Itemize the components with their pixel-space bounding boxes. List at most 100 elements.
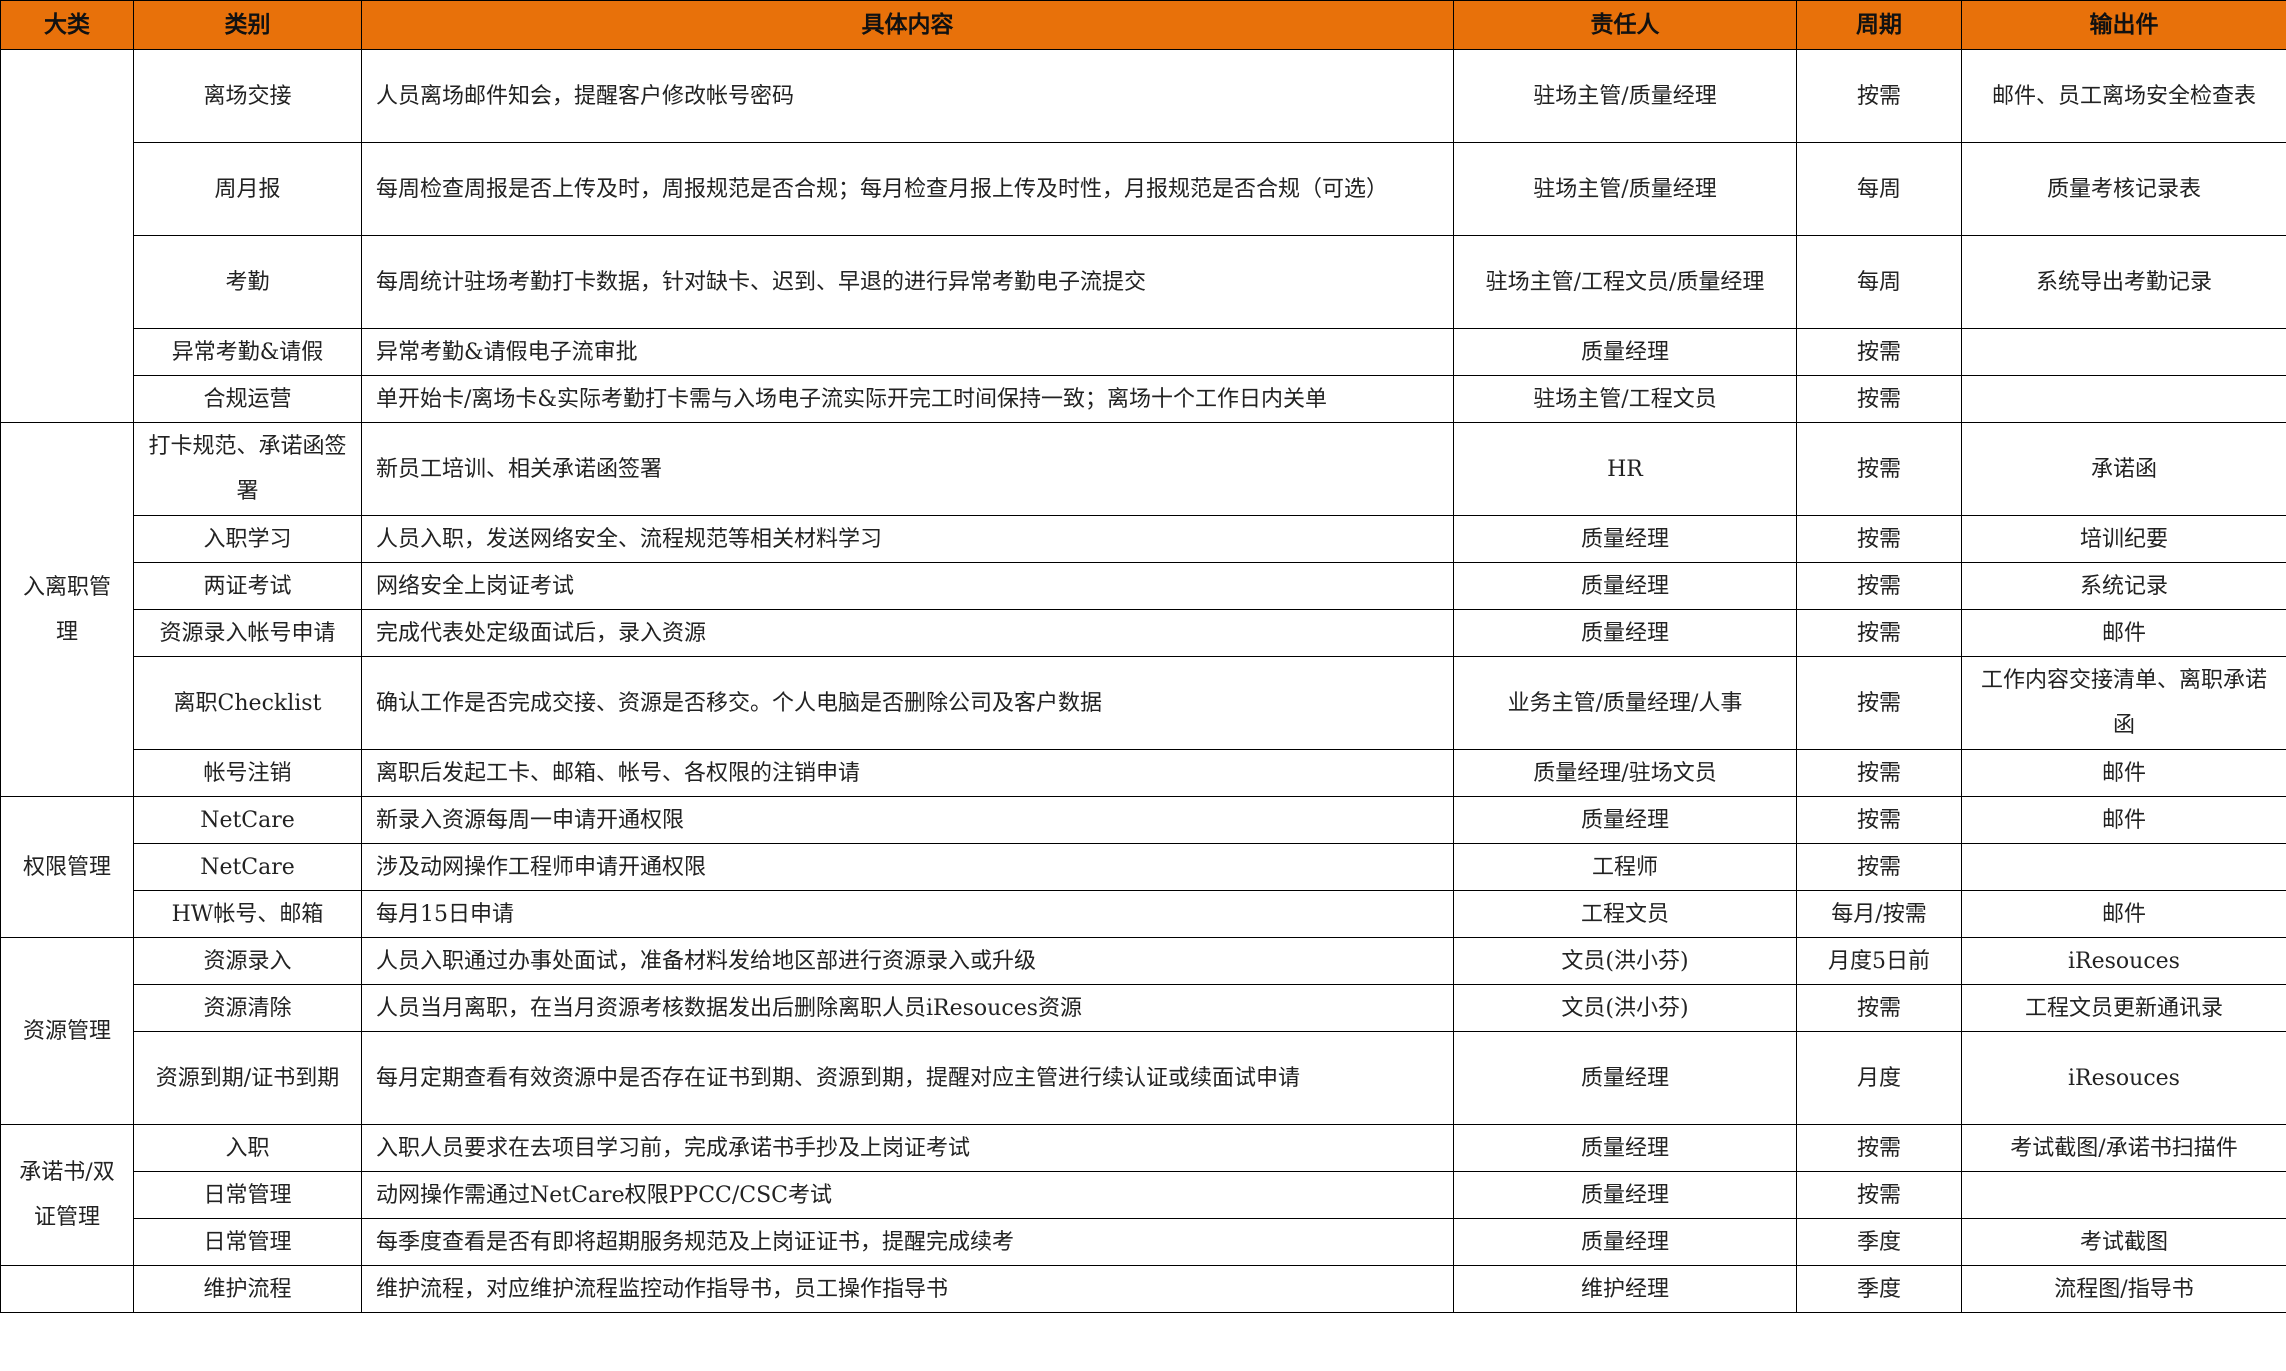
responsible-cell: 质量经理 <box>1453 1124 1797 1172</box>
output-cell <box>1961 328 2286 376</box>
category-cell: 承诺书/双证管理 <box>0 1124 134 1266</box>
category-cell <box>0 49 134 423</box>
subcategory-cell: 周月报 <box>133 142 362 236</box>
content-cell: 新员工培训、相关承诺函签署 <box>361 422 1454 516</box>
output-cell: 邮件 <box>1961 796 2286 844</box>
subcategory-cell: 两证考试 <box>133 562 362 610</box>
output-cell: 承诺函 <box>1961 422 2286 516</box>
cycle-cell: 按需 <box>1796 609 1962 657</box>
output-cell <box>1961 843 2286 891</box>
subcategory-cell: 资源清除 <box>133 984 362 1032</box>
table-row: 入离职管理 打卡规范、承诺函签署 新员工培训、相关承诺函签署 HR 按需 承诺函 <box>0 422 2286 797</box>
output-cell <box>1961 375 2286 423</box>
document-page: 大类 类别 具体内容 责任人 周期 输出件 离场交接 人员离场邮件知会，提醒客户… <box>0 0 2286 1371</box>
table-row: 维护流程 维护流程，对应维护流程监控动作指导书，员工操作指导书 维护经理 季度 … <box>0 1265 2286 1313</box>
subcategory-cell: 资源录入 <box>133 937 362 985</box>
output-cell: 邮件 <box>1961 890 2286 938</box>
content-cell: 每月定期查看有效资源中是否存在证书到期、资源到期，提醒对应主管进行续认证或续面试… <box>361 1031 1454 1125</box>
output-cell: 系统记录 <box>1961 562 2286 610</box>
subcategory-cell: 打卡规范、承诺函签署 <box>133 422 362 516</box>
output-cell: 邮件、员工离场安全检查表 <box>1961 49 2286 143</box>
table-row: NetCare 涉及动网操作工程师申请开通权限 工程师 按需 <box>1 843 2286 891</box>
responsible-cell: 质量经理 <box>1453 1031 1797 1125</box>
subcategory-cell: 离职Checklist <box>133 656 362 750</box>
table-row: 资源录入帐号申请 完成代表处定级面试后，录入资源 质量经理 按需 邮件 <box>1 609 2286 657</box>
subcategory-cell: 异常考勤&请假 <box>133 328 362 376</box>
management-table: 大类 类别 具体内容 责任人 周期 输出件 离场交接 人员离场邮件知会，提醒客户… <box>0 0 2286 1313</box>
table-row: 帐号注销 离职后发起工卡、邮箱、帐号、各权限的注销申请 质量经理/驻场文员 按需… <box>1 749 2286 797</box>
subcategory-cell: 合规运营 <box>133 375 362 423</box>
responsible-cell: 驻场主管/质量经理 <box>1453 142 1797 236</box>
table-row: 合规运营 单开始卡/离场卡&实际考勤打卡需与入场电子流实际开完工时间保持一致；离… <box>1 375 2286 423</box>
cycle-cell: 按需 <box>1796 843 1962 891</box>
subcategory-cell: 维护流程 <box>133 1265 362 1313</box>
cycle-cell: 按需 <box>1796 749 1962 797</box>
header-responsible: 责任人 <box>1453 0 1797 50</box>
output-cell: 工作内容交接清单、离职承诺函 <box>1961 656 2286 750</box>
cycle-cell: 月度 <box>1796 1031 1962 1125</box>
output-cell: 邮件 <box>1961 609 2286 657</box>
category-cell <box>0 1265 134 1313</box>
output-cell <box>1961 1171 2286 1219</box>
content-cell: 涉及动网操作工程师申请开通权限 <box>361 843 1454 891</box>
cycle-cell: 按需 <box>1796 515 1962 563</box>
cycle-cell: 按需 <box>1796 375 1962 423</box>
output-cell: 工程文员更新通讯录 <box>1961 984 2286 1032</box>
cycle-cell: 每月/按需 <box>1796 890 1962 938</box>
table-row: 日常管理 每季度查看是否有即将超期服务规范及上岗证证书，提醒完成续考 质量经理 … <box>1 1218 2286 1266</box>
content-cell: 确认工作是否完成交接、资源是否移交。个人电脑是否删除公司及客户数据 <box>361 656 1454 750</box>
table-row: 入职学习 人员入职，发送网络安全、流程规范等相关材料学习 质量经理 按需 培训纪… <box>1 515 2286 563</box>
responsible-cell: 文员(洪小芬) <box>1453 984 1797 1032</box>
content-cell: 动网操作需通过NetCare权限PPCC/CSC考试 <box>361 1171 1454 1219</box>
cycle-cell: 按需 <box>1796 656 1962 750</box>
output-cell: iResouces <box>1961 1031 2286 1125</box>
table-row: 权限管理 NetCare 新录入资源每周一申请开通权限 质量经理 按需 邮件 <box>0 796 2286 938</box>
content-cell: 人员当月离职，在当月资源考核数据发出后删除离职人员iResouces资源 <box>361 984 1454 1032</box>
table-row: 两证考试 网络安全上岗证考试 质量经理 按需 系统记录 <box>1 562 2286 610</box>
responsible-cell: 质量经理 <box>1453 515 1797 563</box>
content-cell: 人员离场邮件知会，提醒客户修改帐号密码 <box>361 49 1454 143</box>
responsible-cell: 工程文员 <box>1453 890 1797 938</box>
cycle-cell: 月度5日前 <box>1796 937 1962 985</box>
category-cell: 入离职管理 <box>0 422 134 797</box>
content-cell: 新录入资源每周一申请开通权限 <box>361 796 1454 844</box>
cycle-cell: 按需 <box>1796 562 1962 610</box>
header-output: 输出件 <box>1961 0 2286 50</box>
responsible-cell: 质量经理 <box>1453 562 1797 610</box>
output-cell: 考试截图 <box>1961 1218 2286 1266</box>
table-row: 考勤 每周统计驻场考勤打卡数据，针对缺卡、迟到、早退的进行异常考勤电子流提交 驻… <box>1 235 2286 329</box>
content-cell: 人员入职通过办事处面试，准备材料发给地区部进行资源录入或升级 <box>361 937 1454 985</box>
content-cell: 单开始卡/离场卡&实际考勤打卡需与入场电子流实际开完工时间保持一致；离场十个工作… <box>361 375 1454 423</box>
responsible-cell: 质量经理 <box>1453 796 1797 844</box>
output-cell: 邮件 <box>1961 749 2286 797</box>
responsible-cell: 质量经理 <box>1453 1218 1797 1266</box>
cycle-cell: 每周 <box>1796 142 1962 236</box>
responsible-cell: 驻场主管/工程文员/质量经理 <box>1453 235 1797 329</box>
responsible-cell: 质量经理 <box>1453 1171 1797 1219</box>
subcategory-cell: NetCare <box>133 796 362 844</box>
output-cell: iResouces <box>1961 937 2286 985</box>
table-row: 资源到期/证书到期 每月定期查看有效资源中是否存在证书到期、资源到期，提醒对应主… <box>1 1031 2286 1125</box>
subcategory-cell: 资源录入帐号申请 <box>133 609 362 657</box>
subcategory-cell: 离场交接 <box>133 49 362 143</box>
subcategory-cell: HW帐号、邮箱 <box>133 890 362 938</box>
header-row: 大类 类别 具体内容 责任人 周期 输出件 <box>0 0 2286 50</box>
content-cell: 网络安全上岗证考试 <box>361 562 1454 610</box>
subcategory-cell: 日常管理 <box>133 1218 362 1266</box>
subcategory-cell: 帐号注销 <box>133 749 362 797</box>
content-cell: 每周检查周报是否上传及时，周报规范是否合规；每月检查月报上传及时性，月报规范是否… <box>361 142 1454 236</box>
output-cell: 流程图/指导书 <box>1961 1265 2286 1313</box>
table-row: 离场交接 人员离场邮件知会，提醒客户修改帐号密码 驻场主管/质量经理 按需 邮件… <box>0 49 2286 423</box>
responsible-cell: 质量经理/驻场文员 <box>1453 749 1797 797</box>
table-row: 离职Checklist 确认工作是否完成交接、资源是否移交。个人电脑是否删除公司… <box>1 656 2286 750</box>
output-cell: 考试截图/承诺书扫描件 <box>1961 1124 2286 1172</box>
header-cycle: 周期 <box>1796 0 1962 50</box>
responsible-cell: 质量经理 <box>1453 328 1797 376</box>
subcategory-cell: 考勤 <box>133 235 362 329</box>
cycle-cell: 按需 <box>1796 984 1962 1032</box>
responsible-cell: 工程师 <box>1453 843 1797 891</box>
responsible-cell: 质量经理 <box>1453 609 1797 657</box>
responsible-cell: HR <box>1453 422 1797 516</box>
header-subcategory: 类别 <box>133 0 362 50</box>
content-cell: 维护流程，对应维护流程监控动作指导书，员工操作指导书 <box>361 1265 1454 1313</box>
